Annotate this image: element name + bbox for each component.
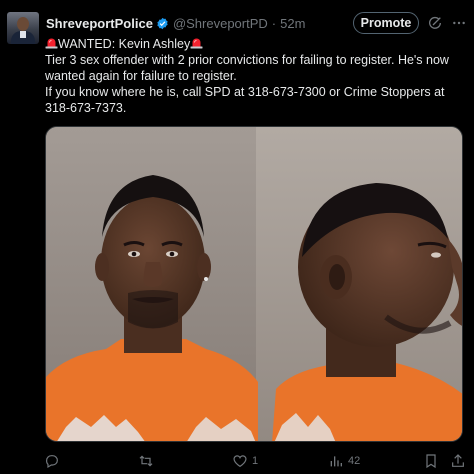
bookmark-icon <box>426 454 436 469</box>
avatar-head <box>17 17 29 31</box>
like-count: 1 <box>252 455 259 467</box>
more-icon[interactable] <box>451 15 467 31</box>
views-button[interactable]: 42 <box>328 453 360 469</box>
siren-icon <box>190 38 203 49</box>
siren-icon <box>45 38 58 49</box>
tweet-line-3: wanted again for failure to register. <box>45 69 237 83</box>
share-button[interactable] <box>450 453 466 469</box>
grok-icon[interactable] <box>427 15 443 31</box>
action-bar: 1 42 <box>0 448 474 474</box>
tweet-line-5: 318-673-7373. <box>45 101 127 115</box>
tweet-line-4: If you know where he is, call SPD at 318… <box>45 85 445 99</box>
reply-button[interactable] <box>44 453 64 469</box>
tweet-line-1-text: WANTED: Kevin Ashley <box>58 37 191 51</box>
author-handle[interactable]: @ShreveportPD <box>173 16 268 31</box>
header-separator: · <box>271 15 277 31</box>
verified-badge-icon <box>157 17 168 29</box>
share-icon <box>452 454 464 467</box>
repost-button[interactable] <box>138 453 158 469</box>
like-icon <box>233 455 247 468</box>
tweet-line-2: Tier 3 sex offender with 2 prior convict… <box>45 53 449 67</box>
like-button[interactable]: 1 <box>232 453 258 469</box>
tweet-media-photo[interactable] <box>45 126 463 442</box>
bookmark-button[interactable] <box>423 453 439 469</box>
views-count: 42 <box>348 455 361 467</box>
reply-icon <box>46 455 58 469</box>
avatar-collar <box>20 31 26 38</box>
post-time[interactable]: 52m <box>280 16 305 31</box>
author-avatar[interactable] <box>7 12 39 44</box>
promote-button[interactable]: Promote <box>353 12 419 34</box>
views-icon <box>330 456 342 467</box>
author-name[interactable]: ShreveportPolice <box>46 16 153 31</box>
tweet-card[interactable]: ShreveportPolice @ShreveportPD · 52m Pro… <box>0 0 474 474</box>
tweet-text: WANTED: Kevin Ashley Tier 3 sex offender… <box>45 36 470 116</box>
repost-icon <box>139 455 153 467</box>
mugshot-image <box>46 127 462 441</box>
tweet-line-1: WANTED: Kevin Ashley <box>45 36 470 52</box>
tweet-header: ShreveportPolice @ShreveportPD · 52m <box>46 13 305 33</box>
